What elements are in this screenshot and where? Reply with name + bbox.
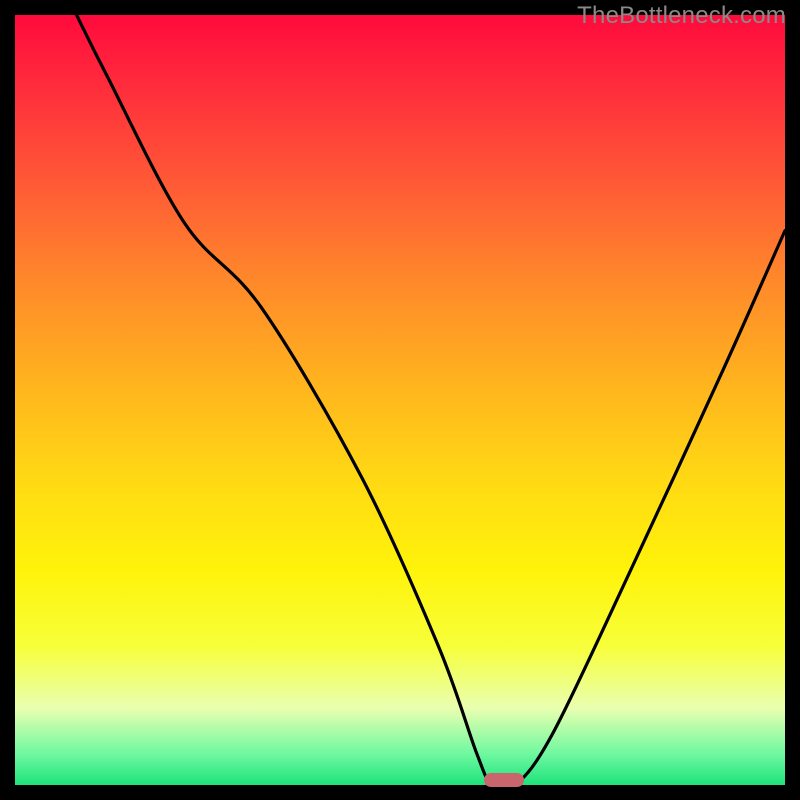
optimal-marker [484, 773, 524, 787]
chart-frame: TheBottleneck.com [0, 0, 800, 800]
bottleneck-curve [15, 15, 785, 785]
plot-area [15, 15, 785, 785]
watermark-text: TheBottleneck.com [577, 2, 786, 30]
